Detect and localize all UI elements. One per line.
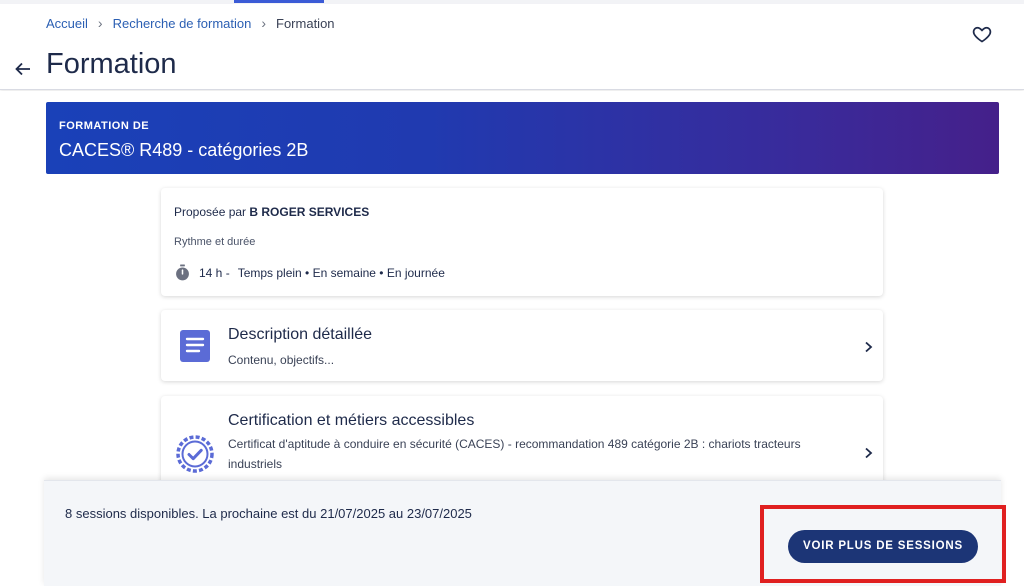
highlight-box (760, 505, 1006, 583)
sessions-text: 8 sessions disponibles. La prochaine est… (65, 506, 472, 521)
timer-icon (176, 264, 189, 281)
page-title: Formation (46, 48, 177, 80)
rythme-row: 14 h - Temps plein • En semaine • En jou… (174, 264, 445, 281)
description-card[interactable]: Description détaillée Contenu, objectifs… (161, 310, 883, 381)
arrow-left-icon[interactable] (14, 60, 32, 78)
breadcrumb-separator-icon: › (97, 15, 103, 31)
top-stripe-segment (234, 0, 324, 3)
certified-badge-icon (176, 435, 214, 473)
overview-card: Proposée par B ROGER SERVICES Rythme et … (161, 188, 883, 296)
provider-line: Proposée par B ROGER SERVICES (174, 205, 369, 219)
heart-outline-icon[interactable] (972, 24, 992, 44)
certification-subtitle: Certificat d'aptitude à conduire en sécu… (228, 437, 801, 471)
banner-kicker: FORMATION DE (59, 120, 150, 132)
breadcrumb: Accueil › Recherche de formation › Forma… (46, 15, 335, 31)
breadcrumb-search[interactable]: Recherche de formation (113, 16, 252, 31)
breadcrumb-separator-icon: › (261, 15, 267, 31)
chevron-right-icon (865, 447, 873, 459)
schedule-text: Temps plein • En semaine • En journée (237, 265, 445, 280)
document-icon (180, 330, 210, 362)
certification-title: Certification et métiers accessibles (228, 412, 475, 429)
training-banner: FORMATION DE CACES® R489 - catégories 2B (46, 102, 999, 174)
provider-prefix: Proposée par (174, 205, 247, 219)
page-header: Accueil › Recherche de formation › Forma… (0, 4, 1024, 90)
breadcrumb-home[interactable]: Accueil (46, 16, 88, 31)
provider-name: B ROGER SERVICES (249, 205, 370, 219)
chevron-right-icon (865, 341, 873, 353)
banner-title: CACES® R489 - catégories 2B (59, 140, 309, 160)
description-subtitle: Contenu, objectifs... (228, 353, 335, 367)
duration-text: 14 h - (199, 265, 230, 280)
breadcrumb-current: Formation (276, 15, 335, 31)
rythme-label: Rythme et durée (174, 236, 256, 248)
description-title: Description détaillée (228, 326, 373, 343)
